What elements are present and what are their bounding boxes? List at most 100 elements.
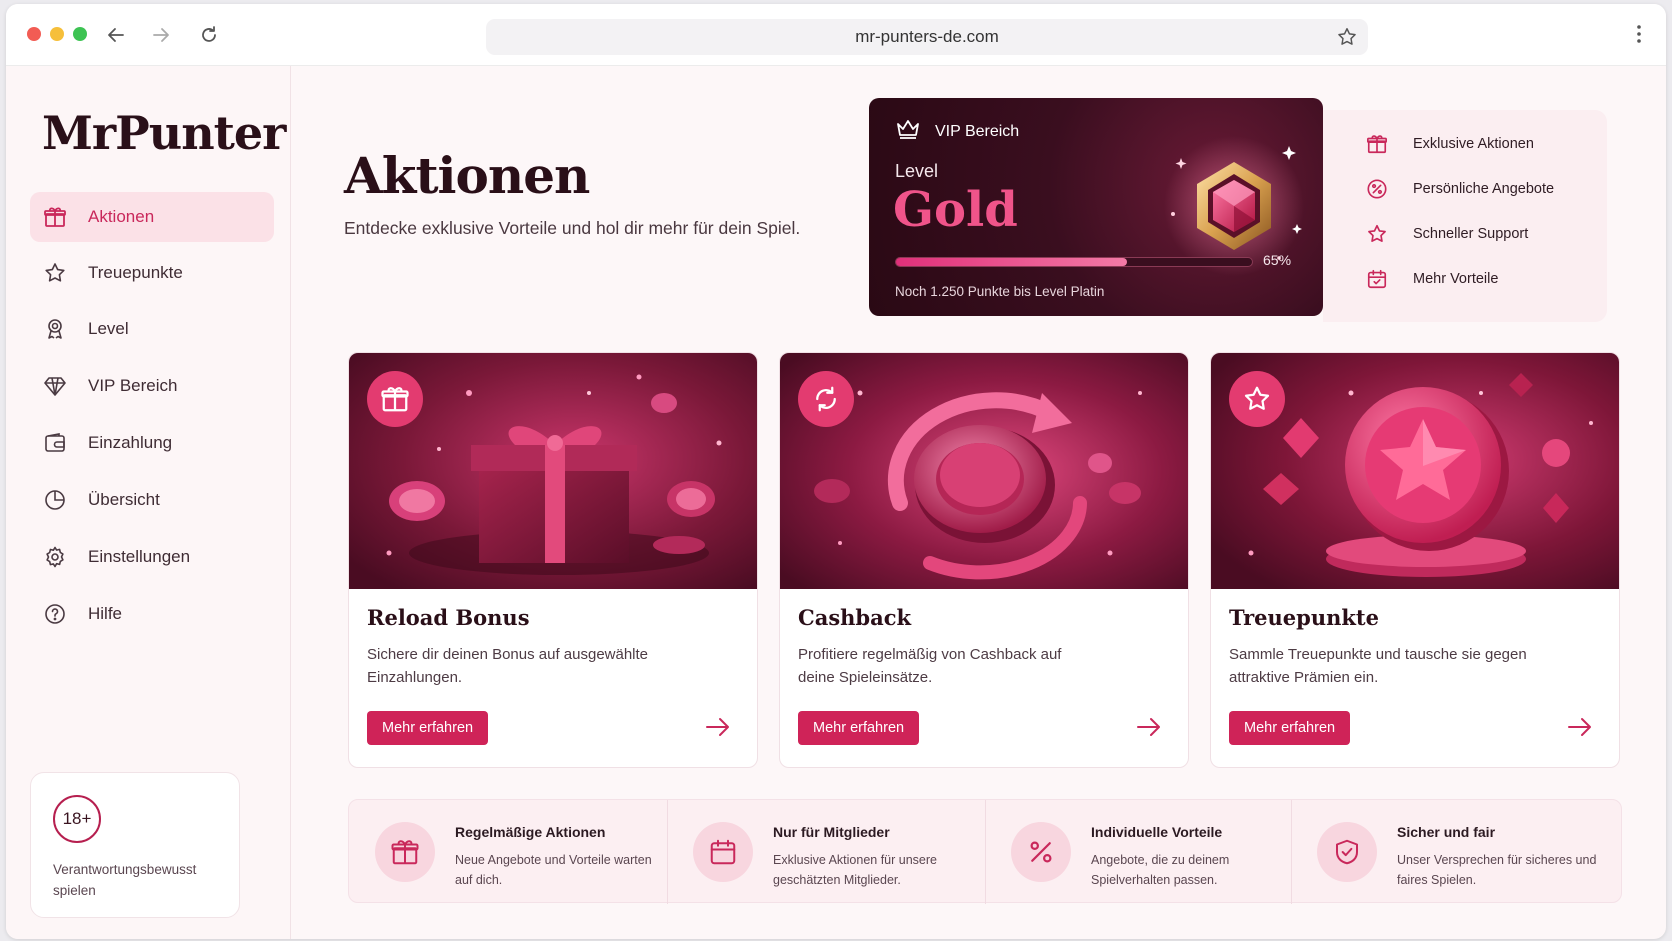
gift-icon (42, 204, 68, 230)
perk-label: Schneller Support (1413, 226, 1529, 242)
brand-logo[interactable]: MrPunter (42, 106, 286, 160)
minimize-window-button[interactable] (50, 27, 64, 41)
gear-icon (42, 544, 68, 570)
browser-menu-icon[interactable] (1636, 24, 1642, 49)
forward-arrow-icon[interactable] (148, 22, 174, 48)
calendar-check-icon (1365, 267, 1389, 291)
card-title: Cashback (798, 605, 912, 630)
feature-regelmaessige-aktionen: Regelmäßige Aktionen Neue Angebote und V… (349, 800, 667, 904)
wallet-icon (42, 430, 68, 456)
sidebar-item-label: Level (88, 319, 129, 338)
sidebar-item-label: Hilfe (88, 604, 123, 623)
arrow-right-icon[interactable] (1567, 715, 1593, 744)
page-subtitle: Entdecke exklusive Vorteile und hol dir … (344, 218, 801, 238)
promo-card-treuepunkte[interactable]: Treuepunkte Sammle Treuepunkte und tausc… (1210, 352, 1620, 768)
pie-chart-icon (42, 487, 68, 513)
feature-description: Neue Angebote und Vorteile warten auf di… (455, 853, 652, 887)
page-title: Aktionen (344, 146, 590, 205)
sidebar-item-treuepunkte[interactable]: Treuepunkte (30, 248, 274, 298)
vip-progress-bar (895, 257, 1253, 267)
arrow-right-icon[interactable] (705, 715, 731, 744)
sidebar-item-label: VIP Bereich (88, 376, 178, 395)
vip-progress-note: Noch 1.250 Punkte bis Level Platin (895, 284, 1105, 299)
mehr-erfahren-button[interactable]: Mehr erfahren (1229, 711, 1351, 745)
reload-icon[interactable] (196, 22, 222, 48)
sidebar-item-label: Aktionen (88, 207, 155, 226)
sidebar-item-hilfe[interactable]: Hilfe (30, 589, 274, 639)
star-icon (1365, 222, 1389, 246)
sidebar-item-aktionen[interactable]: Aktionen (30, 192, 274, 242)
mehr-erfahren-button[interactable]: Mehr erfahren (798, 711, 920, 745)
card-description: Profitiere regelmäßig von Cashback auf d… (798, 646, 1062, 686)
promo-card-reload-bonus[interactable]: Reload Bonus Sichere dir deinen Bonus au… (348, 352, 758, 768)
star-icon (1229, 371, 1285, 427)
vip-header-label: VIP Bereich (935, 122, 1020, 140)
gift-icon (375, 822, 435, 882)
mehr-erfahren-button[interactable]: Mehr erfahren (367, 711, 489, 745)
gift-icon (1365, 132, 1389, 156)
sidebar-item-label: Einzahlung (88, 433, 173, 452)
back-arrow-icon[interactable] (103, 22, 129, 48)
perk-exklusive-aktionen: Exklusive Aktionen (1365, 132, 1534, 156)
age-18-badge: 18+ (53, 795, 101, 843)
perk-mehr-vorteile: Mehr Vorteile (1365, 267, 1498, 291)
percent-icon (1365, 177, 1389, 201)
url-text: mr-punters-de.com (855, 27, 999, 46)
sidebar-item-uebersicht[interactable]: Übersicht (30, 475, 274, 525)
browser-toolbar: mr-punters-de.com (6, 4, 1666, 66)
sidebar-item-einzahlung[interactable]: Einzahlung (30, 418, 274, 468)
feature-description: Exklusive Aktionen für unsere geschätzte… (773, 853, 937, 887)
feature-description: Angebote, die zu deinem Spielverhalten p… (1091, 853, 1230, 887)
sidebar-item-einstellungen[interactable]: Einstellungen (30, 532, 274, 582)
award-icon (42, 316, 68, 342)
vip-level-label: Level (895, 161, 939, 181)
perk-persoenliche-angebote: Persönliche Angebote (1365, 177, 1554, 201)
feature-title: Regelmäßige Aktionen (455, 824, 606, 840)
perk-schneller-support: Schneller Support (1365, 222, 1528, 246)
arrow-right-icon[interactable] (1136, 715, 1162, 744)
card-description: Sammle Treuepunkte und tausche sie gegen… (1229, 646, 1527, 686)
promo-card-cashback[interactable]: Cashback Profitiere regelmäßig von Cashb… (779, 352, 1189, 768)
sidebar-item-level[interactable]: Level (30, 304, 274, 354)
refresh-icon (798, 371, 854, 427)
feature-individuelle-vorteile: Individuelle Vorteile Angebote, die zu d… (985, 800, 1291, 904)
responsible-gaming-box: 18+ Verantwortungsbewusst spielen (30, 772, 240, 918)
features-strip: Regelmäßige Aktionen Neue Angebote und V… (348, 799, 1623, 904)
address-bar[interactable]: mr-punters-de.com (486, 19, 1368, 55)
vip-level-name: Gold (893, 182, 1018, 238)
crown-icon (895, 118, 921, 145)
vip-progress-percent: 65% (1263, 252, 1292, 268)
shield-check-icon (1317, 822, 1377, 882)
maximize-window-button[interactable] (73, 27, 87, 41)
sidebar: MrPunter Aktionen Treuepunkte Level VIP … (6, 66, 291, 939)
perk-label: Persönliche Angebote (1413, 181, 1555, 197)
calendar-icon (693, 822, 753, 882)
feature-description: Unser Versprechen für sicheres und faire… (1397, 853, 1597, 887)
sidebar-item-vip-bereich[interactable]: VIP Bereich (30, 361, 274, 411)
star-icon (42, 260, 68, 286)
perk-label: Mehr Vorteile (1413, 271, 1499, 287)
feature-sicher-und-fair: Sicher und fair Unser Versprechen für si… (1291, 800, 1623, 904)
close-window-button[interactable] (27, 27, 41, 41)
feature-nur-fuer-mitglieder: Nur für Mitglieder Exklusive Aktionen fü… (667, 800, 985, 904)
card-title: Treuepunkte (1229, 605, 1379, 630)
percent-icon (1011, 822, 1071, 882)
bookmark-star-icon[interactable] (1336, 26, 1358, 53)
gift-icon (367, 371, 423, 427)
vip-progress-fill (896, 258, 1128, 266)
diamond-icon (42, 373, 68, 399)
browser-window: mr-punters-de.com MrPunter Aktionen Treu… (6, 4, 1666, 939)
sidebar-item-label: Einstellungen (88, 547, 191, 566)
card-title: Reload Bonus (367, 605, 530, 630)
vip-level-card[interactable]: VIP Bereich Level Gold 65% Noch 1.250 Pu… (869, 98, 1323, 316)
responsible-gaming-text: Verantwortungsbewusst spielen (53, 862, 197, 898)
vip-header: VIP Bereich (895, 118, 1019, 145)
feature-title: Individuelle Vorteile (1091, 824, 1223, 840)
feature-title: Nur für Mitglieder (773, 824, 890, 840)
help-icon (42, 601, 68, 627)
sidebar-item-label: Treuepunkte (88, 263, 183, 282)
perk-label: Exklusive Aktionen (1413, 136, 1534, 152)
feature-title: Sicher und fair (1397, 824, 1496, 840)
sidebar-item-label: Übersicht (88, 490, 160, 509)
vip-perks-panel: Exklusive Aktionen Persönliche Angebote … (1323, 110, 1607, 322)
